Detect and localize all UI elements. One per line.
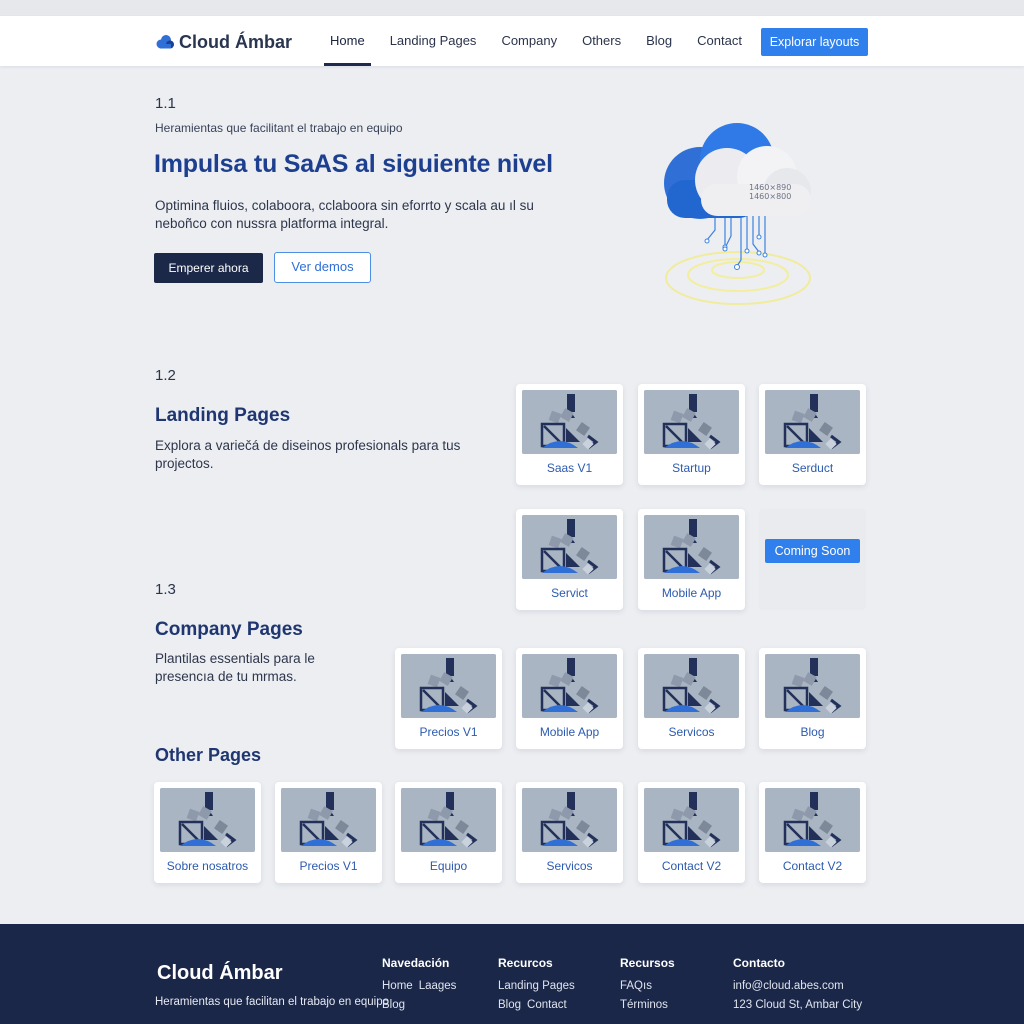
- card-landing-saas-v1[interactable]: Saas V1: [516, 384, 623, 485]
- card-company-servicos[interactable]: Servicos: [638, 648, 745, 749]
- site-footer: Cloud Ámbar Heramientas que facilitan el…: [0, 924, 1024, 1024]
- footer-column-contact: Contacto info@cloud.abes.com 123 Cloud S…: [733, 956, 868, 1018]
- hero-description: Optimina fluios, colaboora, cclaboora si…: [155, 198, 534, 231]
- card-others-equipo[interactable]: Equipo: [395, 782, 502, 883]
- template-thumbnail-icon: [765, 390, 860, 454]
- footer-column-title: Contacto: [733, 956, 785, 970]
- card-others-sobre-nosotros[interactable]: Sobre nosatros: [154, 782, 261, 883]
- card-company-blog[interactable]: Blog: [759, 648, 866, 749]
- footer-link-contact[interactable]: Contact: [527, 999, 567, 1011]
- template-thumbnail-icon: [644, 654, 739, 718]
- landing-description: Explora a variečá de diseinos profesiona…: [155, 438, 461, 471]
- card-label: Startup: [672, 461, 711, 475]
- card-label: Servict: [551, 586, 588, 600]
- card-label: Contact V2: [782, 859, 843, 873]
- card-label: Precios V1: [299, 859, 358, 873]
- footer-link-terms[interactable]: Términos: [620, 999, 668, 1011]
- footer-link-faqs[interactable]: FAQıs: [620, 980, 652, 992]
- brand-logo[interactable]: Cloud Ámbar: [155, 30, 292, 54]
- card-company-precios-v1[interactable]: Precios V1: [395, 648, 502, 749]
- nav-company[interactable]: Company: [495, 16, 563, 66]
- card-company-mobile-app[interactable]: Mobile App: [516, 648, 623, 749]
- footer-column-navigation: Navedación Home Laages Blog: [382, 956, 462, 1018]
- footer-link-home[interactable]: Home: [382, 980, 413, 992]
- view-demos-button[interactable]: Ver demos: [274, 252, 371, 283]
- template-thumbnail-icon: [401, 788, 496, 852]
- card-label: Sobre nosatros: [166, 859, 249, 873]
- template-thumbnail-icon: [765, 654, 860, 718]
- template-thumbnail-icon: [281, 788, 376, 852]
- company-section-number: 1.3: [155, 581, 176, 598]
- coming-soon-badge: Coming Soon: [765, 539, 860, 563]
- footer-link-landing-pages[interactable]: Landing Pages: [498, 980, 575, 992]
- others-title: Other Pages: [155, 745, 262, 765]
- footer-column-resources-2: Recursos FAQıs Términos: [620, 956, 675, 1018]
- card-others-precios-v1[interactable]: Precios V1: [275, 782, 382, 883]
- card-landing-startup[interactable]: Startup: [638, 384, 745, 485]
- card-label: Saas V1: [546, 461, 593, 475]
- card-others-contact-v2-b[interactable]: Contact V2: [759, 782, 866, 883]
- footer-tagline: Heramientas que facilitan el trabajo en …: [155, 996, 389, 1008]
- card-landing-servict[interactable]: Servict: [516, 509, 623, 610]
- template-thumbnail-icon: [522, 390, 617, 454]
- footer-column-title: Recursos: [620, 956, 675, 970]
- landing-title: Landing Pages: [155, 405, 291, 426]
- card-label: Serduct: [791, 461, 834, 475]
- card-label: Equipo: [429, 859, 468, 873]
- footer-link-pages[interactable]: Laages: [419, 980, 457, 992]
- footer-brand[interactable]: Cloud Ámbar: [157, 962, 283, 985]
- nav-home[interactable]: Home: [324, 16, 371, 66]
- site-header: Cloud Ámbar Home Landing Pages Company O…: [0, 16, 1024, 66]
- explore-layouts-button[interactable]: Explorar layouts: [761, 28, 868, 56]
- footer-address: 123 Cloud St, Ambar City: [733, 999, 863, 1011]
- template-thumbnail-icon: [522, 654, 617, 718]
- template-thumbnail-icon: [401, 654, 496, 718]
- card-label: Servicos: [668, 725, 715, 739]
- card-label: Precios V1: [419, 725, 478, 739]
- cloud-illustration-icon: 1460×890 1460×800: [664, 123, 811, 305]
- template-thumbnail-icon: [160, 788, 255, 852]
- card-label: Servicos: [546, 859, 593, 873]
- illustration-label-2: 1460×800: [749, 192, 791, 201]
- card-landing-serduct[interactable]: Serduct: [759, 384, 866, 485]
- footer-link-blog[interactable]: Blog: [382, 999, 405, 1011]
- hero-title: Impulsa tu SaAS al siguiente nivel: [154, 150, 553, 178]
- template-thumbnail-icon: [644, 515, 739, 579]
- landing-section-number: 1.2: [155, 367, 176, 384]
- card-label: Mobile App: [539, 725, 600, 739]
- main-nav: Home Landing Pages Company Others Blog C…: [324, 16, 761, 66]
- company-title: Company Pages: [155, 619, 303, 640]
- illustration-label-1: 1460×890: [749, 183, 791, 192]
- card-label: Mobile App: [661, 586, 722, 600]
- card-label: Contact V2: [661, 859, 722, 873]
- card-label: Blog: [800, 725, 825, 739]
- card-others-contact-v2[interactable]: Contact V2: [638, 782, 745, 883]
- card-others-servicos[interactable]: Servicos: [516, 782, 623, 883]
- template-thumbnail-icon: [644, 390, 739, 454]
- coming-soon-card: Coming Soon: [759, 509, 866, 610]
- nav-contact[interactable]: Contact: [691, 16, 748, 66]
- template-thumbnail-icon: [765, 788, 860, 852]
- footer-column-title: Navedación: [382, 956, 450, 970]
- footer-column-title: Recurcos: [498, 956, 553, 970]
- card-landing-mobile-app[interactable]: Mobile App: [638, 509, 745, 610]
- hero-eyebrow: Heramientas que facilitant el trabajo en…: [155, 121, 403, 135]
- template-thumbnail-icon: [522, 515, 617, 579]
- start-now-button[interactable]: Emperer ahora: [154, 253, 263, 283]
- template-thumbnail-icon: [644, 788, 739, 852]
- nav-landing-pages[interactable]: Landing Pages: [384, 16, 483, 66]
- nav-others[interactable]: Others: [576, 16, 627, 66]
- footer-email[interactable]: info@cloud.abes.com: [733, 980, 844, 992]
- footer-link-blog[interactable]: Blog: [498, 999, 521, 1011]
- nav-blog[interactable]: Blog: [640, 16, 678, 66]
- brand-name: Cloud Ámbar: [179, 31, 293, 52]
- browser-top-strip: [0, 0, 1024, 16]
- template-thumbnail-icon: [522, 788, 617, 852]
- company-description: Plantilas essentials para le presencıa d…: [155, 651, 315, 684]
- footer-column-resources: Recurcos Landing Pages Blog Contact: [498, 956, 581, 1018]
- cloud-logo-icon: [156, 35, 174, 49]
- hero-section-number: 1.1: [155, 95, 176, 112]
